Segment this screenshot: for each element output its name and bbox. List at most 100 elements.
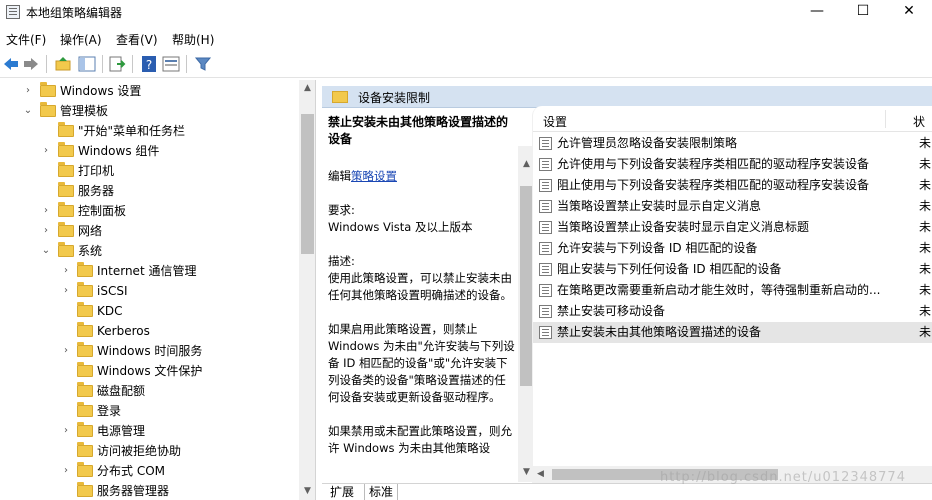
expand-arrow-icon[interactable]: › — [60, 421, 72, 441]
tab-extended[interactable]: 扩展 — [326, 484, 358, 500]
policy-setting-icon — [539, 263, 552, 276]
column-header-state[interactable]: 状 — [913, 113, 925, 130]
export-list-icon[interactable] — [108, 55, 126, 73]
menu-action[interactable]: 操作(A) — [60, 31, 102, 48]
tree-item-label: 服务器管理器 — [97, 484, 170, 498]
folder-icon — [77, 362, 93, 377]
expand-arrow-icon[interactable]: › — [40, 201, 52, 221]
expand-arrow-icon[interactable]: › — [22, 81, 34, 101]
list-item-state: 未 — [919, 262, 932, 276]
list-item[interactable]: 阻止使用与下列设备安装程序类相匹配的驱动程序安装设备 未 — [533, 175, 932, 196]
list-item[interactable]: 允许使用与下列设备安装程序类相匹配的驱动程序安装设备 未 — [533, 154, 932, 175]
list-item-state: 未 — [919, 283, 932, 297]
folder-icon — [40, 102, 56, 117]
list-item-label: 允许管理员忽略设备安装限制策略 — [557, 136, 738, 150]
tree-item-label: iSCSI — [97, 284, 128, 298]
edit-policy-link[interactable]: 策略设置 — [351, 169, 397, 183]
expand-arrow-icon[interactable]: › — [60, 461, 72, 481]
tree-item-label: 控制面板 — [78, 204, 127, 218]
list-item[interactable]: 阻止安装与下列任何设备 ID 相匹配的设备 未 — [533, 259, 932, 280]
svg-text:?: ? — [146, 58, 152, 72]
expand-arrow-icon[interactable]: › — [60, 261, 72, 281]
title-bar: 本地组策略编辑器 — ☐ ✕ — [0, 0, 932, 24]
menu-bar: 文件(F) 操作(A) 查看(V) 帮助(H) — [0, 28, 932, 48]
tree-item-label: "开始"菜单和任务栏 — [78, 124, 186, 138]
tree-item-label: 打印机 — [78, 164, 115, 178]
folder-icon — [40, 82, 56, 97]
view-tabs: 扩展 标准 — [322, 483, 932, 500]
policy-description: 禁止安装未由其他策略设置描述的设备 编辑策略设置 要求: Windows Vis… — [322, 110, 522, 500]
expand-arrow-icon[interactable]: › — [60, 281, 72, 301]
list-item[interactable]: 允许安装与下列设备 ID 相匹配的设备 未 — [533, 238, 932, 259]
minimize-button[interactable]: — — [794, 0, 840, 24]
up-folder-icon[interactable] — [54, 55, 72, 73]
list-item-label: 允许安装与下列设备 ID 相匹配的设备 — [557, 241, 758, 255]
back-arrow-icon[interactable] — [2, 55, 20, 73]
list-item-state: 未 — [919, 220, 932, 234]
list-item-label: 禁止安装可移动设备 — [557, 304, 666, 318]
scroll-left-icon[interactable]: ◀ — [532, 466, 549, 483]
folder-icon — [58, 162, 74, 177]
list-item[interactable]: 当策略设置禁止设备安装时显示自定义消息标题 未 — [533, 217, 932, 238]
collapse-arrow-icon[interactable]: ⌄ — [22, 101, 34, 121]
list-item-state: 未 — [919, 325, 932, 339]
list-item[interactable]: 禁止安装可移动设备 未 — [533, 301, 932, 322]
folder-icon — [77, 482, 93, 497]
description-paragraph: 使用此策略设置，可以禁止安装未由任何其他策略设置明确描述的设备。 — [328, 271, 512, 302]
filter-icon[interactable] — [194, 55, 212, 73]
scroll-down-icon[interactable]: ▼ — [299, 483, 315, 500]
policy-setting-icon — [539, 200, 552, 213]
folder-icon — [77, 322, 93, 337]
list-item[interactable]: 允许管理员忽略设备安装限制策略 未 — [533, 133, 932, 154]
list-item-label: 在策略更改需要重新启动才能生效时，等待强制重新启动的... — [557, 283, 881, 297]
toolbar-separator — [186, 55, 187, 73]
edit-line: 编辑策略设置 — [328, 168, 516, 185]
forward-arrow-icon[interactable] — [22, 55, 40, 73]
collapse-arrow-icon[interactable]: ⌄ — [40, 241, 52, 261]
tree-item-label: 服务器 — [78, 184, 115, 198]
list-item-label: 当策略设置禁止安装时显示自定义消息 — [557, 199, 762, 213]
policy-title: 禁止安装未由其他策略设置描述的设备 — [328, 115, 509, 146]
list-item-label: 阻止使用与下列设备安装程序类相匹配的驱动程序安装设备 — [557, 178, 870, 192]
toolbar-separator — [132, 55, 133, 73]
details-header: 设备安装限制 — [322, 86, 932, 108]
list-item-state: 未 — [919, 241, 932, 255]
watermark: http://blog.csdn.net/u012348774 — [660, 470, 906, 485]
menu-view[interactable]: 查看(V) — [116, 31, 158, 48]
toolbar: ? — [0, 50, 932, 78]
properties-icon[interactable] — [162, 55, 180, 73]
help-icon[interactable]: ? — [140, 55, 158, 73]
tree-item-label: 分布式 COM — [97, 464, 165, 478]
list-item-label: 当策略设置禁止设备安装时显示自定义消息标题 — [557, 220, 810, 234]
expand-arrow-icon[interactable]: › — [60, 341, 72, 361]
toolbar-separator — [102, 55, 103, 73]
policy-setting-icon — [539, 326, 552, 339]
tree-item-label: 管理模板 — [60, 104, 109, 118]
menu-file[interactable]: 文件(F) — [6, 31, 46, 48]
tab-standard[interactable]: 标准 — [364, 484, 399, 500]
list-item-label: 允许使用与下列设备安装程序类相匹配的驱动程序安装设备 — [557, 157, 870, 171]
tree-scrollbar[interactable]: ▲ ▼ — [299, 80, 315, 500]
list-item-selected[interactable]: 禁止安装未由其他策略设置描述的设备 未 — [533, 322, 932, 343]
scroll-up-icon[interactable]: ▲ — [299, 80, 315, 97]
list-item-label: 阻止安装与下列任何设备 ID 相匹配的设备 — [557, 262, 782, 276]
list-item[interactable]: 当策略设置禁止安装时显示自定义消息 未 — [533, 196, 932, 217]
policy-setting-icon — [539, 221, 552, 234]
tree-item-label: KDC — [97, 304, 123, 318]
column-header-setting[interactable]: 设置 — [543, 113, 567, 130]
column-divider[interactable] — [885, 110, 886, 128]
tree-item-label: 网络 — [78, 224, 103, 238]
expand-arrow-icon[interactable]: › — [40, 221, 52, 241]
close-button[interactable]: ✕ — [886, 0, 932, 24]
menu-help[interactable]: 帮助(H) — [172, 31, 214, 48]
policy-setting-icon — [539, 305, 552, 318]
folder-icon — [77, 382, 93, 397]
list-item[interactable]: 在策略更改需要重新启动才能生效时，等待强制重新启动的... 未 — [533, 280, 932, 301]
folder-icon — [58, 182, 74, 197]
list-item-state: 未 — [919, 199, 932, 213]
show-hide-tree-icon[interactable] — [78, 55, 96, 73]
description-label: 描述: — [328, 254, 355, 268]
expand-arrow-icon[interactable]: › — [40, 141, 52, 161]
tree-scrollbar-thumb[interactable] — [301, 114, 314, 254]
maximize-button[interactable]: ☐ — [840, 0, 886, 24]
